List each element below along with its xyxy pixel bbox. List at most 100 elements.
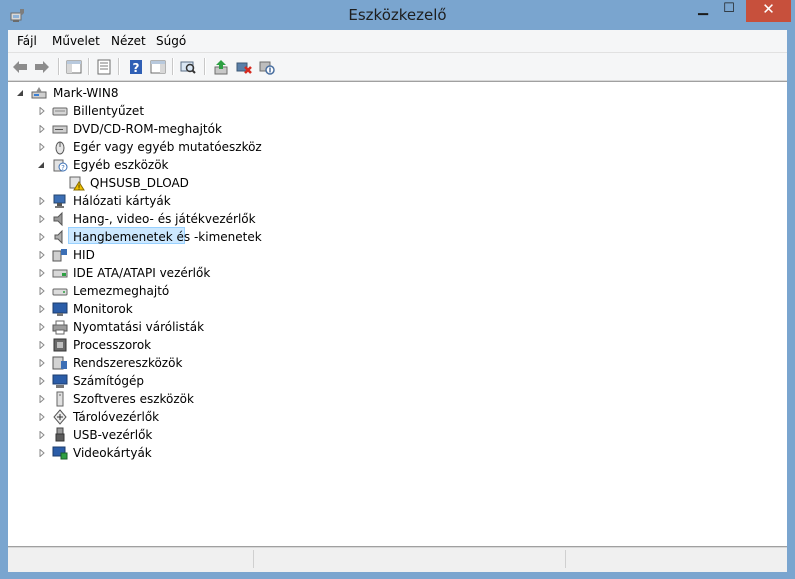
- scan-hardware-icon: [180, 61, 196, 74]
- tree-device-node[interactable]: ! QHSUSB_DLOAD: [52, 174, 352, 192]
- tree-root-node[interactable]: Mark-WIN8: [14, 84, 214, 102]
- tree-category-node[interactable]: Monitorok: [33, 300, 333, 318]
- forward-button[interactable]: [32, 57, 52, 77]
- tree-category-node[interactable]: Hálózati kártyák: [33, 192, 333, 210]
- disable-device-icon: [259, 61, 275, 75]
- expand-arrow-icon[interactable]: [38, 359, 46, 367]
- tree-node-label: Hangbemenetek és -kimenetek: [73, 230, 262, 244]
- expand-arrow-icon[interactable]: [38, 341, 46, 349]
- minimize-icon: ▁: [698, 1, 708, 16]
- toolbar-separator: [172, 58, 174, 75]
- properties-button[interactable]: [94, 57, 114, 77]
- title-bar[interactable]: Eszközkezelő ▁ ☐ ✕: [0, 0, 795, 30]
- close-button[interactable]: ✕: [746, 0, 791, 22]
- toolbar-separator: [204, 58, 206, 75]
- console-tree-icon: [66, 60, 82, 74]
- svg-text:?: ?: [133, 61, 140, 75]
- tree-node-label: Videokártyák: [73, 446, 152, 460]
- show-hide-console-tree-button[interactable]: [64, 57, 84, 77]
- tree-category-node[interactable]: Billentyűzet: [33, 102, 333, 120]
- tree-category-node[interactable]: Rendszereszközök: [33, 354, 333, 372]
- maximize-button[interactable]: ☐: [716, 0, 742, 22]
- tree-category-node[interactable]: IDE ATA/ATAPI vezérlők: [33, 264, 333, 282]
- tree-node-label: IDE ATA/ATAPI vezérlők: [73, 266, 211, 280]
- sound-icon: [52, 211, 68, 227]
- printer-icon: [52, 319, 68, 335]
- hid-icon: [52, 247, 68, 263]
- expand-arrow-icon[interactable]: [38, 125, 46, 133]
- tree-node-label: QHSUSB_DLOAD: [90, 176, 189, 190]
- menu-help[interactable]: Súgó: [156, 34, 186, 48]
- svg-text:!: !: [78, 184, 81, 192]
- tree-node-label: Monitorok: [73, 302, 133, 316]
- expand-arrow-icon[interactable]: [38, 449, 46, 457]
- forward-arrow-icon: [35, 61, 49, 73]
- tree-category-node[interactable]: HID: [33, 246, 333, 264]
- other-devices-icon: ?: [52, 157, 68, 173]
- back-arrow-icon: [13, 61, 27, 73]
- collapse-arrow-icon[interactable]: [16, 89, 24, 97]
- tree-category-node[interactable]: Videokártyák: [33, 444, 333, 462]
- tree-category-node[interactable]: Nyomtatási várólisták: [33, 318, 333, 336]
- network-adapter-icon: [52, 193, 68, 209]
- computer-root-icon: [31, 85, 47, 101]
- tree-category-node[interactable]: Lemezmeghajtó: [33, 282, 333, 300]
- tree-category-node[interactable]: Szoftveres eszközök: [33, 390, 333, 408]
- expand-arrow-icon[interactable]: [38, 107, 46, 115]
- usb-controller-icon: [52, 427, 68, 443]
- uninstall-device-icon: [236, 62, 252, 74]
- tree-category-node[interactable]: USB-vezérlők: [33, 426, 333, 444]
- tree-category-node[interactable]: Hangbemenetek és -kimenetek: [33, 228, 333, 246]
- window-title: Eszközkezelő: [348, 6, 447, 24]
- back-button[interactable]: [10, 57, 30, 77]
- expand-arrow-icon[interactable]: [38, 197, 46, 205]
- tree-category-node[interactable]: Tárolóvezérlők: [33, 408, 333, 426]
- tree-category-node[interactable]: Egér vagy egyéb mutatóeszköz: [33, 138, 333, 156]
- uninstall-device-button[interactable]: [234, 57, 254, 77]
- tree-node-label: Billentyűzet: [73, 104, 145, 118]
- menu-view[interactable]: Nézet: [111, 34, 146, 48]
- tree-node-label: Szoftveres eszközök: [73, 392, 194, 406]
- show-action-pane-button[interactable]: [148, 57, 168, 77]
- update-driver-icon: [214, 60, 228, 75]
- client-area: Fájl Művelet Nézet Súgó ? Mark-WIN8 Bill…: [8, 30, 787, 572]
- tree-category-node[interactable]: Számítógép: [33, 372, 333, 390]
- tree-category-node[interactable]: Hang-, video- és játékvezérlők: [33, 210, 333, 228]
- expand-arrow-icon[interactable]: [38, 215, 46, 223]
- processor-icon: [52, 337, 68, 353]
- status-panel: [565, 550, 787, 568]
- system-devices-icon: [52, 355, 68, 371]
- expand-arrow-icon[interactable]: [38, 413, 46, 421]
- collapse-arrow-icon[interactable]: [37, 161, 45, 169]
- tree-node-label: Lemezmeghajtó: [73, 284, 170, 298]
- disk-drive-icon: [52, 283, 68, 299]
- device-tree[interactable]: Mark-WIN8 Billentyűzet DVD/CD-ROM-meghajt…: [8, 81, 787, 547]
- tree-category-node[interactable]: Processzorok: [33, 336, 333, 354]
- keyboard-icon: [52, 103, 68, 119]
- menu-action[interactable]: Művelet: [52, 34, 100, 48]
- tree-node-label: USB-vezérlők: [73, 428, 153, 442]
- expand-arrow-icon[interactable]: [38, 305, 46, 313]
- audio-io-icon: [52, 229, 68, 245]
- expand-arrow-icon[interactable]: [38, 269, 46, 277]
- maximize-icon: ☐: [723, 1, 735, 16]
- menu-file[interactable]: Fájl: [17, 34, 37, 48]
- expand-arrow-icon[interactable]: [38, 395, 46, 403]
- expand-arrow-icon[interactable]: [38, 377, 46, 385]
- expand-arrow-icon[interactable]: [38, 287, 46, 295]
- expand-arrow-icon[interactable]: [38, 143, 46, 151]
- tree-category-node[interactable]: DVD/CD-ROM-meghajtók: [33, 120, 333, 138]
- expand-arrow-icon[interactable]: [38, 251, 46, 259]
- help-button[interactable]: ?: [126, 57, 146, 77]
- update-driver-button[interactable]: [211, 57, 231, 77]
- expand-arrow-icon[interactable]: [38, 233, 46, 241]
- software-device-icon: [52, 391, 68, 407]
- monitor-icon: [52, 301, 68, 317]
- expand-arrow-icon[interactable]: [38, 431, 46, 439]
- tree-category-node[interactable]: ? Egyéb eszközök: [33, 156, 333, 174]
- minimize-button[interactable]: ▁: [690, 0, 716, 22]
- svg-text:?: ?: [61, 164, 65, 172]
- expand-arrow-icon[interactable]: [38, 323, 46, 331]
- disable-device-button[interactable]: [257, 57, 277, 77]
- scan-hardware-button[interactable]: [178, 57, 198, 77]
